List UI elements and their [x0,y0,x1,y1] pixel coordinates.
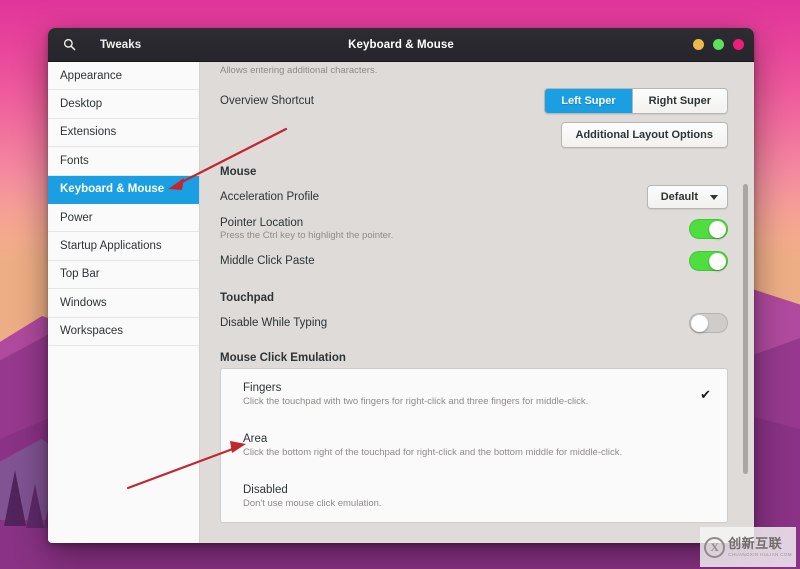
page-title: Keyboard & Mouse [348,38,454,51]
sidebar-item-fonts[interactable]: Fonts [48,147,199,176]
watermark-chinese-text: 创新互联 [728,535,783,551]
touchpad-section-heading: Touchpad [220,292,275,304]
overview-shortcut-segmented-control: Left Super Right Super [544,88,728,114]
sidebar-item-power[interactable]: Power [48,204,199,233]
toggle-knob [709,253,726,270]
settings-sidebar: Appearance Desktop Extensions Fonts Keyb… [48,62,200,543]
sidebar-item-label: Power [60,211,93,224]
mouse-section-heading: Mouse [220,166,257,178]
toggle-knob [709,221,726,238]
overview-shortcut-row: Overview Shortcut Left Super Right Super [220,86,728,116]
sidebar-item-top-bar[interactable]: Top Bar [48,261,199,290]
option-text-group: Disabled Don't use mouse click emulation… [243,484,382,509]
sidebar-item-label: Top Bar [60,268,100,281]
option-title: Disabled [243,484,288,496]
sidebar-item-startup-applications[interactable]: Startup Applications [48,232,199,261]
app-title: Tweaks [100,38,142,51]
additional-layout-options-button[interactable]: Additional Layout Options [560,122,728,148]
mouse-click-emulation-list: Fingers Click the touchpad with two fing… [220,368,728,523]
cut-off-row: Allows entering additional characters. [220,62,728,82]
watermark: X 创新互联 CHUANGXIN HULIAN.COM [700,527,796,567]
window-header-bar: Tweaks Keyboard & Mouse [48,28,754,62]
sidebar-item-workspaces[interactable]: Workspaces [48,318,199,346]
desktop-wallpaper: Tweaks Keyboard & Mouse Appearance Deskt… [0,0,800,569]
sidebar-item-desktop[interactable]: Desktop [48,90,199,119]
cut-off-description: Allows entering additional characters. [220,65,378,76]
middle-click-paste-label: Middle Click Paste [220,255,315,267]
sidebar-item-label: Extensions [60,126,117,139]
sidebar-item-label: Appearance [60,69,123,82]
option-description: Don't use mouse click emulation. [243,498,382,509]
toggle-knob [691,315,708,332]
minimize-button[interactable] [693,39,704,50]
pine-tree [26,484,44,528]
acceleration-profile-dropdown[interactable]: Default [646,185,728,209]
settings-content-panel: Allows entering additional characters. O… [200,62,754,543]
pointer-location-toggle[interactable] [689,219,728,239]
close-button[interactable] [733,39,744,50]
right-super-button[interactable]: Right Super [631,89,727,113]
tweaks-window: Tweaks Keyboard & Mouse Appearance Deskt… [48,28,754,543]
option-text-group: Area Click the bottom right of the touch… [243,433,622,458]
sidebar-item-label: Fonts [60,154,89,167]
scrollbar-thumb[interactable] [743,184,748,474]
watermark-logo-icon: X [704,536,726,558]
chevron-down-icon [710,194,718,200]
option-title: Area [243,433,268,445]
option-disabled[interactable]: Disabled Don't use mouse click emulation… [221,471,727,522]
middle-click-paste-toggle[interactable] [689,251,728,271]
middle-click-paste-row: Middle Click Paste [220,246,728,276]
window-controls [693,39,744,50]
additional-layout-options-row: Additional Layout Options [220,120,728,150]
option-description: Click the touchpad with two fingers for … [243,396,589,407]
sidebar-item-windows[interactable]: Windows [48,289,199,318]
sidebar-item-label: Windows [60,296,107,309]
scrollbar-track[interactable] [743,66,751,539]
sidebar-item-extensions[interactable]: Extensions [48,119,199,148]
pointer-location-label: Pointer Location [220,217,304,229]
sidebar-item-appearance[interactable]: Appearance [48,62,199,91]
maximize-button[interactable] [713,39,724,50]
watermark-text-group: 创新互联 CHUANGXIN HULIAN.COM [728,537,792,558]
option-fingers[interactable]: Fingers Click the touchpad with two fing… [221,369,727,420]
watermark-english-text: CHUANGXIN HULIAN.COM [728,551,792,557]
sidebar-item-label: Desktop [60,98,103,111]
acceleration-profile-value: Default [660,191,698,203]
sidebar-item-keyboard-and-mouse[interactable]: Keyboard & Mouse [48,175,199,204]
option-description: Click the bottom right of the touchpad f… [243,447,623,458]
acceleration-profile-row: Acceleration Profile Default [220,182,728,212]
overview-shortcut-label: Overview Shortcut [220,95,314,107]
pine-tree [4,470,26,526]
mouse-click-emulation-heading: Mouse Click Emulation [220,352,346,364]
sidebar-item-label: Keyboard & Mouse [60,183,165,196]
pointer-location-sublabel: Press the Ctrl key to highlight the poin… [220,230,394,241]
pointer-location-text-group: Pointer Location Press the Ctrl key to h… [220,217,393,241]
checkmark-icon: ✔ [700,386,711,402]
search-icon[interactable] [56,32,82,58]
sidebar-item-label: Startup Applications [60,240,162,253]
left-super-button[interactable]: Left Super [545,89,632,113]
disable-while-typing-row: Disable While Typing [220,308,728,338]
acceleration-profile-label: Acceleration Profile [220,191,320,203]
sidebar-item-label: Workspaces [60,325,124,338]
pointer-location-row: Pointer Location Press the Ctrl key to h… [220,212,728,246]
option-text-group: Fingers Click the touchpad with two fing… [243,382,588,407]
option-title: Fingers [243,382,282,394]
disable-while-typing-label: Disable While Typing [220,317,328,329]
option-area[interactable]: Area Click the bottom right of the touch… [221,420,727,471]
disable-while-typing-toggle[interactable] [689,313,728,333]
